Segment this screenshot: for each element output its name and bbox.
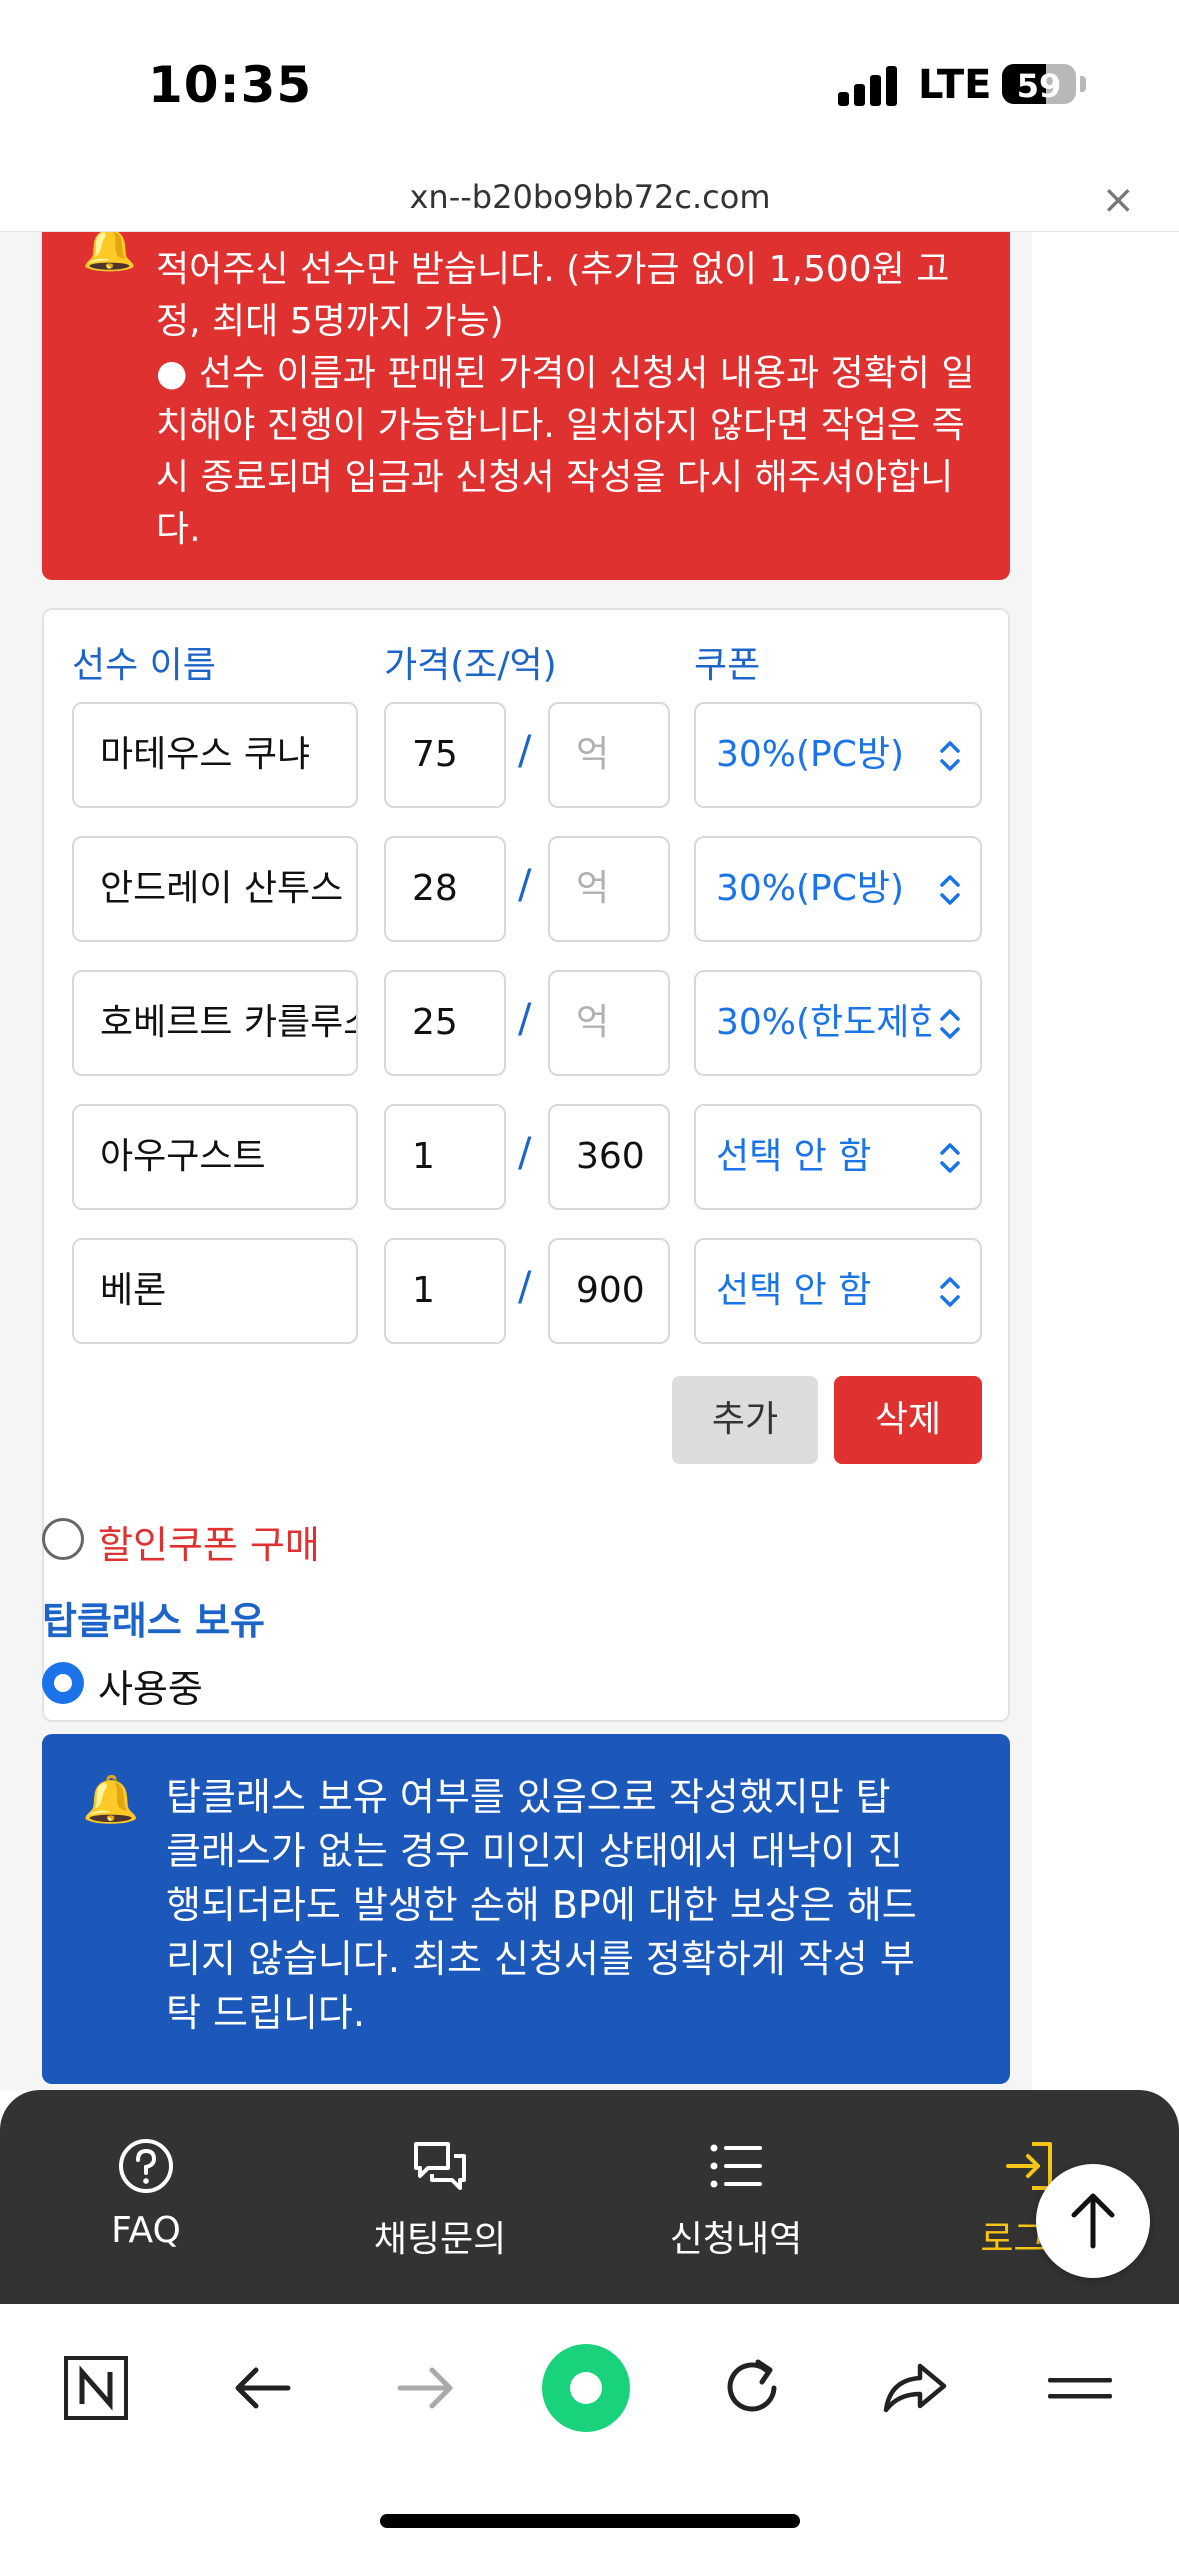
question-circle-icon <box>119 2139 173 2193</box>
bell-icon: 🔔 <box>82 1772 140 1826</box>
share-icon[interactable] <box>876 2348 956 2428</box>
price-jo-input[interactable]: 25 <box>384 970 506 1076</box>
green-dot-icon[interactable] <box>540 2342 632 2434</box>
nav-item-chat[interactable]: 채팅문의 <box>330 2136 550 2262</box>
header-player-name: 선수 이름 <box>72 645 216 686</box>
red-notice-line: 정, 최대 5명까지 가능) <box>156 301 504 342</box>
blue-notice-line: 탁 드립니다. <box>166 1991 365 2035</box>
red-notice-line: ● 선수 이름과 판매된 가격이 신청서 내용과 정확히 일 <box>156 353 975 394</box>
battery-nub <box>1080 76 1086 92</box>
red-notice-line: 다. <box>156 509 201 550</box>
arrow-up-icon <box>1071 2193 1115 2249</box>
coupon-select[interactable]: 30%(PC방) <box>694 836 982 942</box>
delete-row-button[interactable]: 삭제 <box>834 1376 982 1464</box>
header-coupon: 쿠폰 <box>694 645 761 686</box>
page-content: 🔔 적어주신 선수만 받습니다. (추가금 없이 1,500원 고 정, 최대 … <box>0 232 1032 2090</box>
url-bar[interactable]: xn--b20bo9bb72c.com × <box>0 170 1179 232</box>
price-eok-input[interactable]: 억 <box>548 836 670 942</box>
menu-icon[interactable] <box>1040 2348 1120 2428</box>
coupon-select-value: 선택 안 함 <box>716 1136 872 1177</box>
app-bottom-nav: FAQ 채팅문의 신청내역 로그인 <box>0 2090 1179 2304</box>
chevron-updown-icon <box>940 875 960 905</box>
player-name-input[interactable]: 호베르트 카를루스 <box>72 970 358 1076</box>
blue-notice-line: 탑클래스 보유 여부를 있음으로 작성했지만 탑 <box>166 1775 891 1819</box>
coupon-purchase-label[interactable]: 할인쿠폰 구매 <box>98 1514 320 1569</box>
url-text[interactable]: xn--b20bo9bb72c.com <box>65 178 1115 216</box>
nav-item-label: FAQ <box>111 2210 181 2251</box>
home-indicator <box>380 2514 800 2528</box>
price-jo-input[interactable]: 1 <box>384 1104 506 1210</box>
coupon-select-value: 30%(PC방) <box>716 868 905 909</box>
blue-notice-line: 행되더라도 발생한 손해 BP에 대한 보상은 해드 <box>166 1883 917 1927</box>
red-notice: 🔔 적어주신 선수만 받습니다. (추가금 없이 1,500원 고 정, 최대 … <box>42 232 1010 580</box>
coupon-select[interactable]: 30%(한도제한) <box>694 970 982 1076</box>
chevron-updown-icon <box>940 1009 960 1039</box>
player-name-input[interactable]: 안드레이 산투스 <box>72 836 358 942</box>
battery-icon: 59 <box>1002 64 1076 105</box>
price-separator: / <box>518 1130 532 1176</box>
list-icon <box>710 2144 762 2188</box>
blue-notice-line: 리지 않습니다. 최초 신청서를 정확하게 작성 부 <box>166 1937 915 1981</box>
nav-item-history[interactable]: 신청내역 <box>626 2136 846 2262</box>
price-separator: / <box>518 996 532 1042</box>
chat-bubbles-icon <box>414 2142 466 2190</box>
price-jo-input[interactable]: 75 <box>384 702 506 808</box>
signal-icon <box>838 64 900 106</box>
coupon-select[interactable]: 선택 안 함 <box>694 1104 982 1210</box>
top-class-in-use-label[interactable]: 사용중 <box>98 1658 203 1713</box>
coupon-select[interactable]: 선택 안 함 <box>694 1238 982 1344</box>
player-name-input[interactable]: 베론 <box>72 1238 358 1344</box>
battery-level: 59 <box>1016 67 1062 105</box>
bell-icon: 🔔 <box>82 232 137 274</box>
coupon-select-value: 30%(PC방) <box>716 734 905 775</box>
price-separator: / <box>518 728 532 774</box>
coupon-select-value: 30%(한도제한) <box>716 1002 931 1043</box>
top-class-title: 탑클래스 보유 <box>42 1599 265 1643</box>
price-jo-input[interactable]: 28 <box>384 836 506 942</box>
red-notice-line: 시 종료되며 입금과 신청서 작성을 다시 해주셔야합니 <box>156 457 954 498</box>
nav-item-faq[interactable]: FAQ <box>36 2136 256 2251</box>
top-class-in-use-radio[interactable] <box>42 1662 84 1704</box>
price-eok-input[interactable]: 억 <box>548 702 670 808</box>
coupon-select[interactable]: 30%(PC방) <box>694 702 982 808</box>
blue-notice: 🔔 탑클래스 보유 여부를 있음으로 작성했지만 탑 클래스가 없는 경우 미인… <box>42 1734 1010 2084</box>
chevron-updown-icon <box>940 741 960 771</box>
coupon-select-value: 선택 안 함 <box>716 1270 872 1311</box>
price-separator: / <box>518 1264 532 1310</box>
price-eok-input[interactable]: 억 <box>548 970 670 1076</box>
chevron-updown-icon <box>940 1277 960 1307</box>
red-notice-line: 치해야 진행이 가능합니다. 일치하지 않다면 작업은 즉 <box>156 405 965 446</box>
forward-arrow-icon[interactable] <box>386 2348 466 2428</box>
player-name-input[interactable]: 아우구스트 <box>72 1104 358 1210</box>
close-icon[interactable]: × <box>1101 180 1135 220</box>
chevron-updown-icon <box>940 1143 960 1173</box>
network-label: LTE <box>918 62 992 108</box>
refresh-icon[interactable] <box>712 2348 792 2428</box>
price-eok-input[interactable]: 900 <box>548 1238 670 1344</box>
price-jo-input[interactable]: 1 <box>384 1238 506 1344</box>
status-time: 10:35 <box>148 56 313 114</box>
red-notice-line: 적어주신 선수만 받습니다. (추가금 없이 1,500원 고 <box>156 249 950 290</box>
status-bar: 10:35 LTE 59 <box>0 0 1179 170</box>
coupon-purchase-radio[interactable] <box>42 1518 84 1560</box>
scroll-top-button[interactable] <box>1036 2164 1150 2278</box>
add-row-button[interactable]: 추가 <box>672 1376 818 1464</box>
price-eok-input[interactable]: 360 <box>548 1104 670 1210</box>
blue-notice-line: 클래스가 없는 경우 미인지 상태에서 대낙이 진 <box>166 1829 903 1873</box>
player-name-input[interactable]: 마테우스 쿠냐 <box>72 702 358 808</box>
price-separator: / <box>518 862 532 908</box>
back-arrow-icon[interactable] <box>222 2348 302 2428</box>
header-price: 가격(조/억) <box>384 645 557 686</box>
naver-home-icon[interactable] <box>56 2348 136 2428</box>
page-margin <box>1032 232 1179 2090</box>
nav-item-label: 신청내역 <box>669 2219 803 2260</box>
nav-item-label: 채팅문의 <box>373 2219 507 2260</box>
